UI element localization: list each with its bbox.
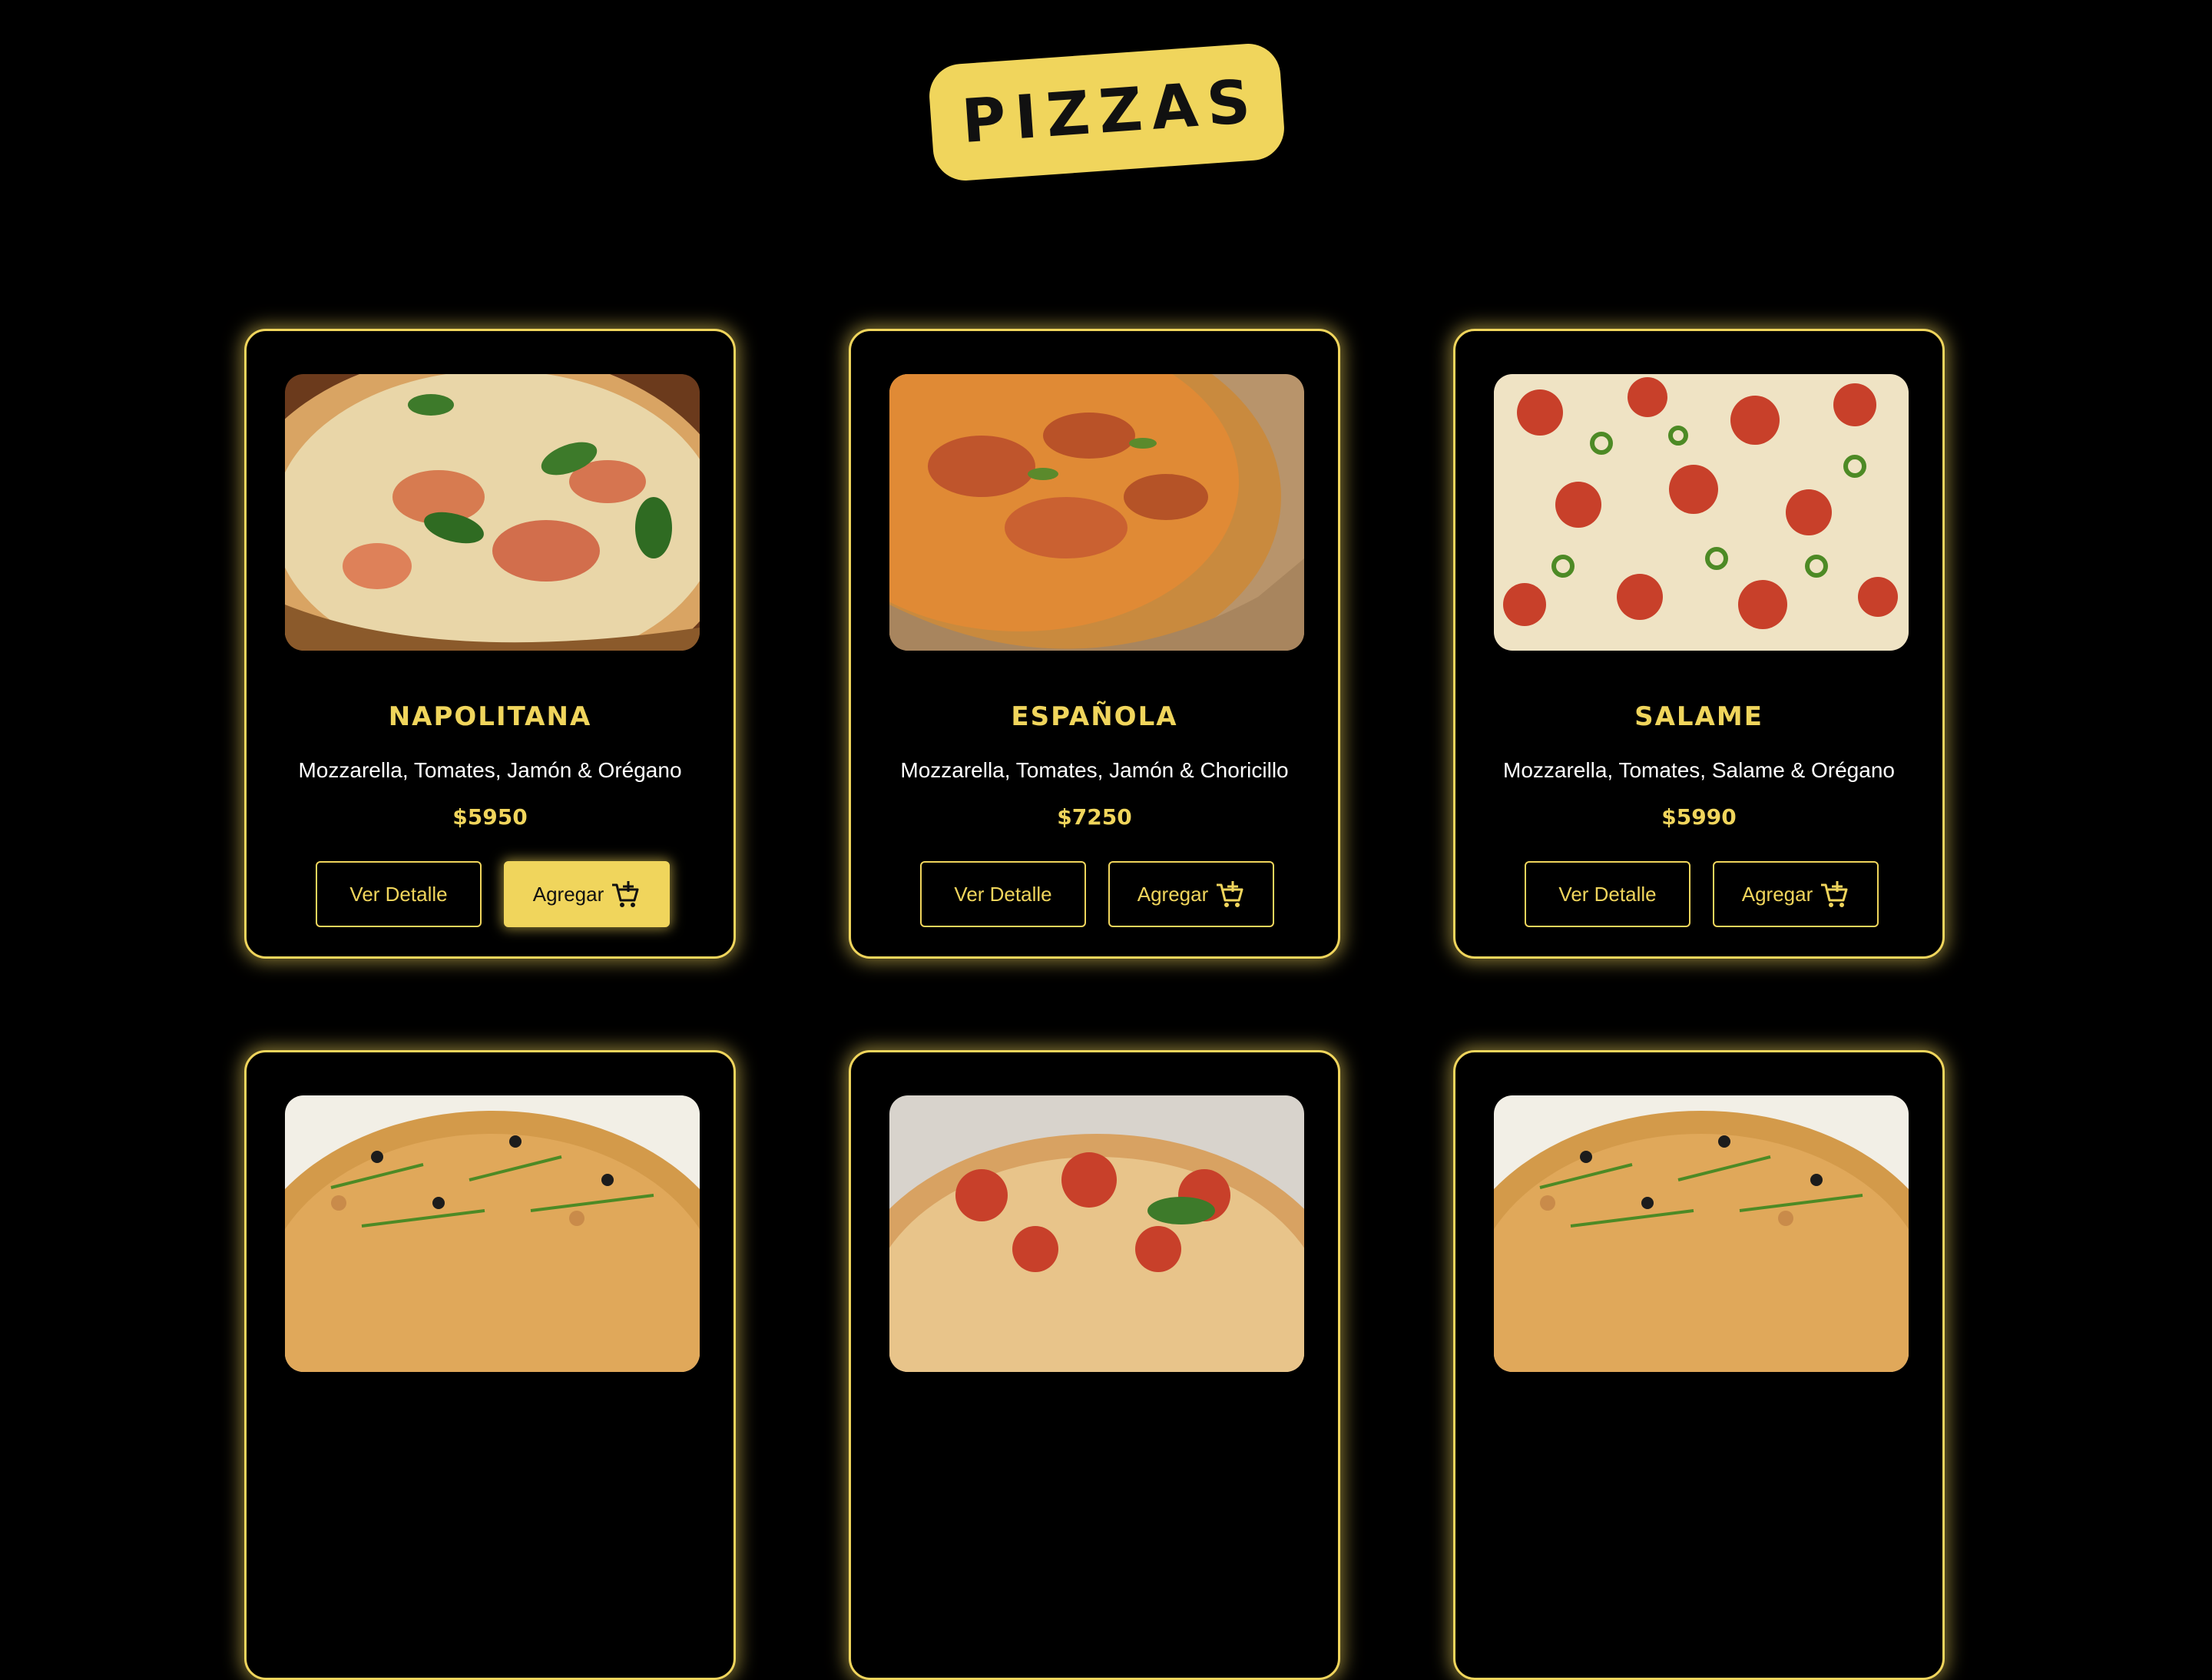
product-card-napolitana: NAPOLITANA Mozzarella, Tomates, Jamón & … [244,329,736,959]
product-card-salame: SALAME Mozzarella, Tomates, Salame & Oré… [1453,329,1945,959]
view-detail-label: Ver Detalle [349,882,448,906]
pizza-image [889,1095,1304,1372]
product-name: ESPAÑOLA [1011,701,1178,732]
pizza-image [285,1095,700,1372]
pizza-image-napolitana [285,374,700,651]
product-name: SALAME [1634,701,1763,732]
pizza-image [1494,1095,1909,1372]
pizza-image-salame [1494,374,1909,651]
view-detail-button[interactable]: Ver Detalle [920,861,1086,927]
add-to-cart-label: Agregar [1741,882,1813,906]
add-to-cart-label: Agregar [532,882,604,906]
product-price: $5950 [452,804,528,830]
product-description: Mozzarella, Tomates, Salame & Orégano [1503,758,1895,782]
product-card [1453,1050,1945,1680]
add-to-cart-label: Agregar [1137,882,1209,906]
product-name: NAPOLITANA [388,701,592,732]
cart-plus-icon [612,881,639,907]
view-detail-button[interactable]: Ver Detalle [1525,861,1690,927]
product-description: Mozzarella, Tomates, Jamón & Orégano [298,758,682,782]
add-to-cart-button[interactable]: Agregar [1108,861,1274,927]
cart-plus-icon [1821,881,1848,907]
product-card [244,1050,736,1680]
product-card [849,1050,1340,1680]
pizza-image-espanola [889,374,1304,651]
view-detail-button[interactable]: Ver Detalle [316,861,482,927]
product-card-espanola: ESPAÑOLA Mozzarella, Tomates, Jamón & Ch… [849,329,1340,959]
page-title: PIZZAS [959,67,1262,157]
cart-plus-icon [1217,881,1243,907]
view-detail-label: Ver Detalle [1558,882,1657,906]
product-price: $7250 [1057,804,1132,830]
page-title-badge: PIZZAS [927,41,1286,183]
product-price: $5990 [1661,804,1737,830]
product-description: Mozzarella, Tomates, Jamón & Choricillo [900,758,1289,782]
add-to-cart-button[interactable]: Agregar [504,861,670,927]
add-to-cart-button[interactable]: Agregar [1713,861,1879,927]
view-detail-label: Ver Detalle [954,882,1052,906]
